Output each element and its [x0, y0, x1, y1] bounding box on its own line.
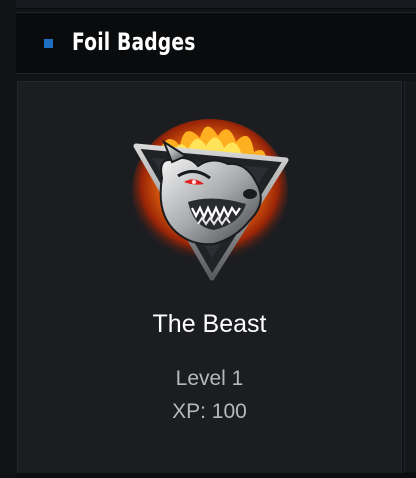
next-card-edge: [404, 81, 416, 472]
wolf-flame-icon: [132, 119, 289, 281]
badge-xp: XP: 100: [172, 400, 247, 423]
section-marker-icon: [44, 39, 53, 48]
badge-card[interactable]: The Beast Level 1 XP: 100: [17, 81, 402, 474]
badge-level: Level 1: [175, 367, 244, 390]
badge-name: The Beast: [152, 310, 267, 338]
bottom-divider: [16, 473, 416, 478]
top-divider: [16, 0, 416, 9]
section-title: Foil Badges: [72, 28, 196, 56]
section-header: Foil Badges: [16, 12, 416, 74]
